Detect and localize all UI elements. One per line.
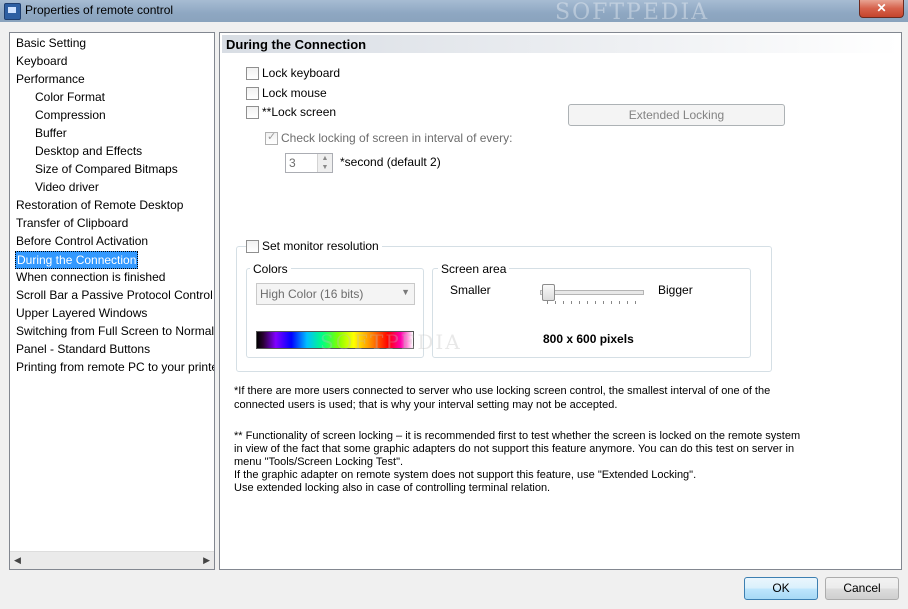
lock-mouse-checkbox[interactable] [246,87,259,100]
tree-item-during-connection[interactable]: During the Connection [15,251,139,269]
lock-mouse-label[interactable]: Lock mouse [262,86,327,100]
tree-item-clipboard[interactable]: Transfer of Clipboard [16,215,128,231]
tree-item-connection-finished[interactable]: When connection is finished [16,269,165,285]
title-bar[interactable]: Properties of remote control SOFTPEDIA ✕ [0,0,908,25]
extended-locking-button[interactable]: Extended Locking [568,104,785,126]
properties-window: Properties of remote control SOFTPEDIA ✕… [0,0,908,609]
resolution-value: 800 x 600 pixels [543,332,634,346]
set-monitor-resolution-label[interactable]: Set monitor resolution [259,239,382,253]
scroll-right-icon[interactable]: ▶ [203,555,210,566]
ok-button[interactable]: OK [744,577,818,600]
spin-up-icon[interactable]: ▲ [317,154,332,163]
slider-tick [619,301,620,304]
spin-down-icon[interactable]: ▼ [317,163,332,172]
tree-item-printing[interactable]: Printing from remote PC to your printer [16,359,214,375]
tree-item-desktop-effects[interactable]: Desktop and Effects [35,143,142,159]
slider-tick [555,301,556,304]
cancel-button[interactable]: Cancel [825,577,899,600]
tree-item-compression[interactable]: Compression [35,107,106,123]
screen-area-slider-thumb[interactable] [542,284,555,301]
tree-item-performance[interactable]: Performance [16,71,85,87]
interval-spinner[interactable]: 3 ▲ ▼ [285,153,333,173]
note-1-line-1: *If there are more users connected to se… [234,385,771,397]
tree-item-full-screen[interactable]: Switching from Full Screen to Normal [16,323,214,339]
settings-tree[interactable]: Basic Setting Keyboard Performance Color… [9,32,215,570]
note-2-line-1: ** Functionality of screen locking – it … [234,430,801,442]
screen-area-slider-track[interactable] [540,290,644,295]
note-1-line-2: connected users is used; that is why you… [234,399,618,411]
tree-item-compared-bitmaps[interactable]: Size of Compared Bitmaps [35,161,178,177]
slider-tick [571,301,572,304]
close-button[interactable]: ✕ [859,0,904,18]
interval-value: 3 [289,156,296,170]
slider-tick [579,301,580,304]
colors-select-value: High Color (16 bits) [260,287,364,301]
chevron-down-icon: ▼ [401,287,410,297]
slider-tick [547,301,548,304]
check-locking-checkbox[interactable] [265,130,278,145]
tree-item-scroll-bar[interactable]: Scroll Bar a Passive Protocol Control [16,287,213,303]
note-2-line-4: If the graphic adapter on remote system … [234,469,697,481]
smaller-label: Smaller [450,283,491,297]
slider-tick [635,301,636,304]
slider-tick [563,301,564,304]
colors-select[interactable]: High Color (16 bits) ▼ [256,283,415,305]
note-2-line-5: Use extended locking also in case of con… [234,482,551,494]
tree-item-buffer[interactable]: Buffer [35,125,67,141]
tree-item-restoration[interactable]: Restoration of Remote Desktop [16,197,183,213]
tree-item-standard-buttons[interactable]: Panel - Standard Buttons [16,341,150,357]
interval-suffix-label: *second (default 2) [340,155,441,169]
bigger-label: Bigger [658,283,693,297]
panel-header: During the Connection [222,35,899,53]
app-icon [4,3,21,20]
panel-title: During the Connection [226,37,367,52]
watermark-logo: SOFTPEDIA [555,0,710,25]
check-locking-label[interactable]: Check locking of screen in interval of e… [281,131,512,145]
scroll-left-icon[interactable]: ◀ [14,555,21,566]
slider-tick [587,301,588,304]
tree-item-layered-windows[interactable]: Upper Layered Windows [16,305,147,321]
note-2-line-2: in view of the fact that some graphic ad… [234,443,795,455]
tree-horizontal-scrollbar[interactable]: ◀ ▶ [10,551,214,569]
slider-tick [603,301,604,304]
tree-item-basic-setting[interactable]: Basic Setting [16,35,86,51]
window-title: Properties of remote control [25,3,174,17]
tree-item-video-driver[interactable]: Video driver [35,179,99,195]
tree-item-keyboard[interactable]: Keyboard [16,53,67,69]
note-2-line-3: menu "Tools/Screen Locking Test". [234,456,404,468]
slider-tick [627,301,628,304]
screen-area-label: Screen area [438,262,510,276]
lock-screen-checkbox[interactable] [246,106,259,119]
colors-group-label: Colors [250,262,291,276]
tree-item-color-format[interactable]: Color Format [35,89,105,105]
lock-keyboard-label[interactable]: Lock keyboard [262,66,340,80]
slider-tick [611,301,612,304]
lock-keyboard-checkbox[interactable] [246,67,259,80]
slider-tick [595,301,596,304]
lock-screen-label[interactable]: **Lock screen [262,105,336,119]
tree-item-before-activation[interactable]: Before Control Activation [16,233,148,249]
set-monitor-resolution-checkbox[interactable] [246,240,259,253]
